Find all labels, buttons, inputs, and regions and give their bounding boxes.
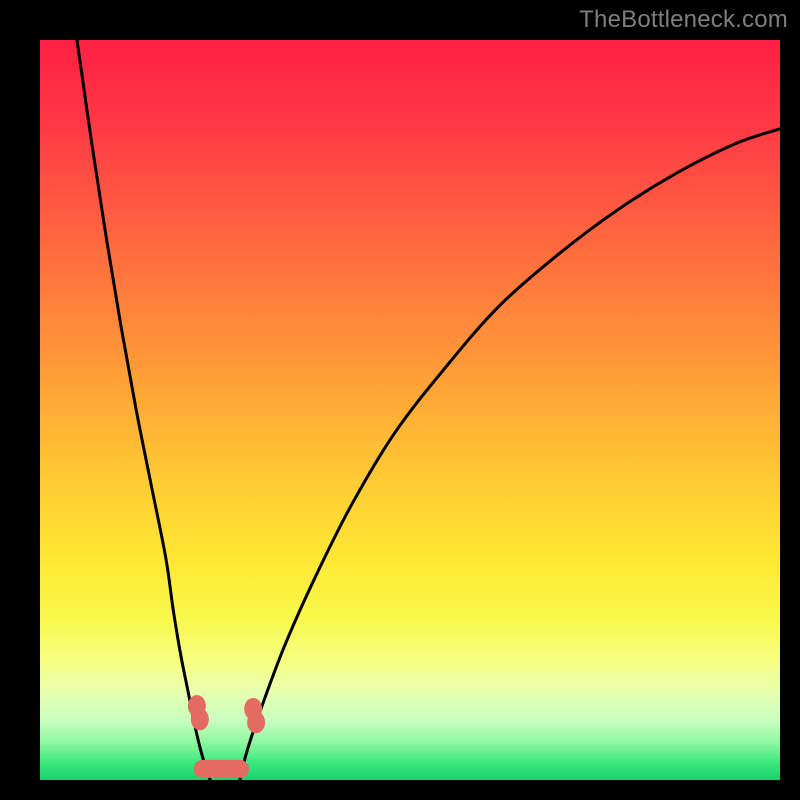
marker-blob-1 <box>191 708 209 730</box>
attribution-watermark: TheBottleneck.com <box>579 6 788 34</box>
marker-pill-4 <box>194 760 250 778</box>
bottleneck-chart <box>40 40 780 780</box>
chart-frame: TheBottleneck.com <box>0 0 800 800</box>
marker-blob-3 <box>247 711 265 733</box>
